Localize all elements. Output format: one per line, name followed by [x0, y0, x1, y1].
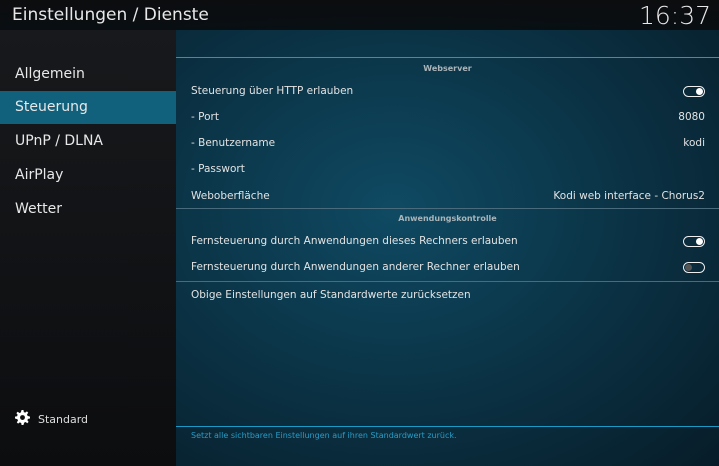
setting-username[interactable]: - Benutzername kodi: [176, 130, 719, 156]
toggle-switch-on[interactable]: [683, 85, 705, 97]
setting-label: Steuerung über HTTP erlauben: [191, 85, 354, 97]
setting-label: - Passwort: [191, 163, 245, 175]
sidebar-item-allgemein[interactable]: Allgemein: [0, 58, 176, 91]
reset-defaults-button[interactable]: Obige Einstellungen auf Standardwerte zu…: [176, 282, 719, 308]
toggle-switch-on[interactable]: [683, 235, 705, 247]
setting-http-control[interactable]: Steuerung über HTTP erlauben: [176, 78, 719, 104]
sidebar-item-airplay[interactable]: AirPlay: [0, 159, 176, 192]
setting-value: 8080: [678, 111, 705, 123]
setting-port[interactable]: - Port 8080: [176, 104, 719, 130]
setting-remote-remote-control[interactable]: Fernsteuerung durch Anwendungen anderer …: [176, 254, 719, 280]
sidebar-item-steuerung[interactable]: Steuerung: [0, 91, 176, 124]
settings-level-label: Standard: [38, 412, 89, 426]
setting-value: Kodi web interface - Chorus2: [553, 190, 705, 202]
sidebar-item-upnp[interactable]: UPnP / DLNA: [0, 125, 176, 158]
divider: [176, 57, 719, 58]
setting-label: Weboberfläche: [191, 190, 270, 202]
divider: [176, 208, 719, 209]
setting-password[interactable]: - Passwort: [176, 156, 719, 182]
gear-icon: [15, 410, 30, 428]
settings-level-button[interactable]: Standard: [15, 410, 88, 428]
top-bar: Einstellungen / Dienste 16:37: [0, 0, 719, 30]
setting-label: - Port: [191, 111, 219, 123]
reset-label: Obige Einstellungen auf Standardwerte zu…: [191, 289, 471, 301]
setting-label: Fernsteuerung durch Anwendungen dieses R…: [191, 235, 518, 247]
help-text: Setzt alle sichtbaren Einstellungen auf …: [191, 431, 457, 440]
divider: [176, 426, 719, 427]
setting-local-remote-control[interactable]: Fernsteuerung durch Anwendungen dieses R…: [176, 228, 719, 254]
sidebar-item-wetter[interactable]: Wetter: [0, 193, 176, 226]
setting-label: - Benutzername: [191, 137, 276, 149]
page-title: Einstellungen / Dienste: [12, 5, 209, 25]
toggle-switch-off[interactable]: [683, 261, 705, 273]
clock: 16:37: [638, 1, 711, 30]
setting-label: Fernsteuerung durch Anwendungen anderer …: [191, 261, 520, 273]
setting-web-interface[interactable]: Weboberfläche Kodi web interface - Chorus…: [176, 183, 719, 209]
section-header-webserver: Webserver: [423, 64, 472, 73]
section-header-app-control: Anwendungskontrolle: [398, 214, 497, 223]
setting-value: kodi: [683, 137, 705, 149]
